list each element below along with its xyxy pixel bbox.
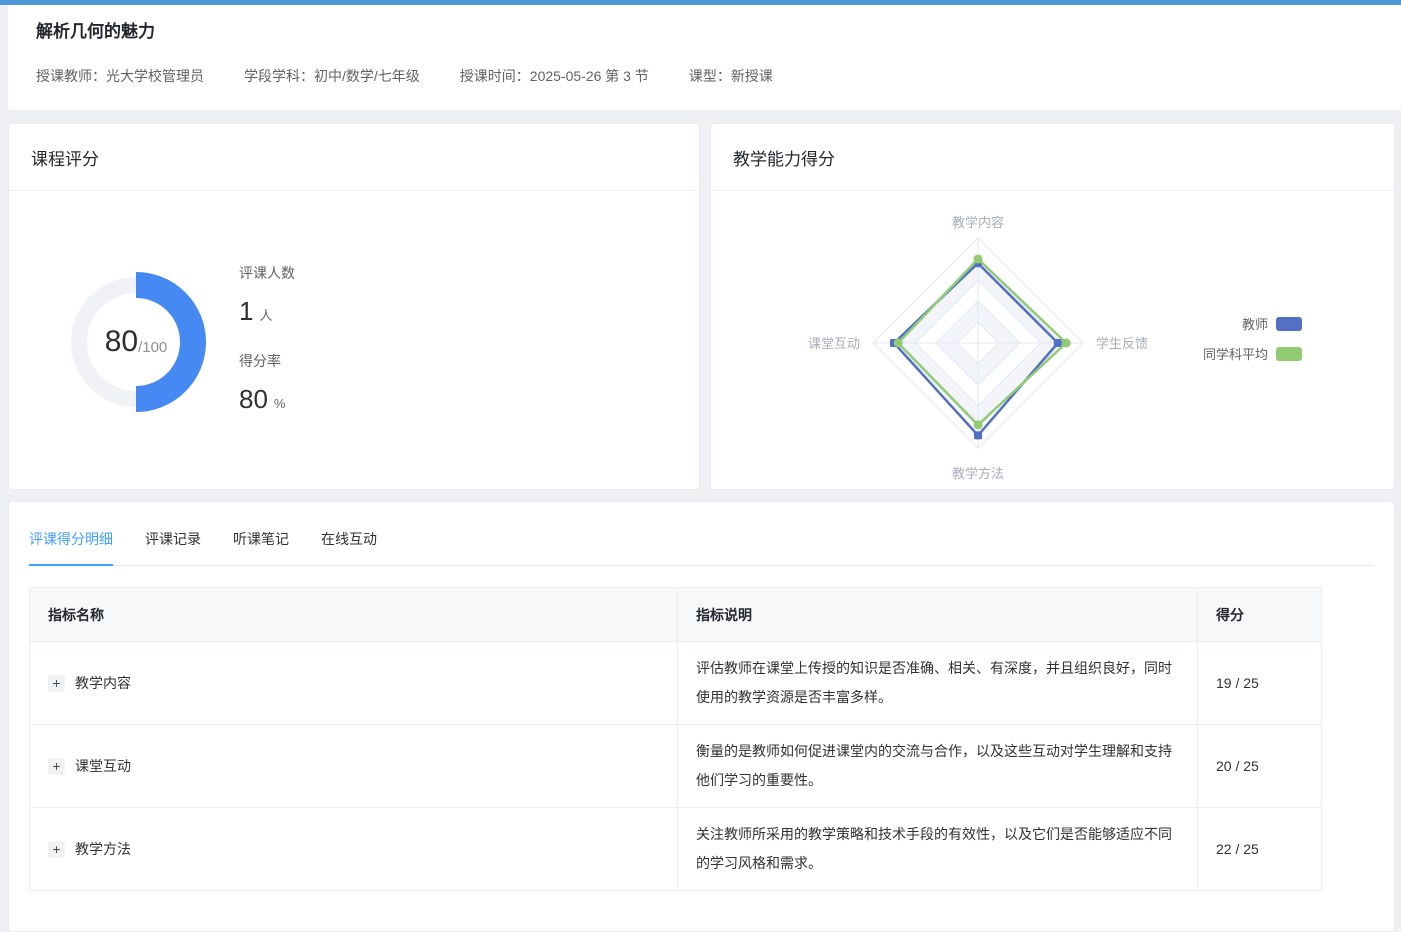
lesson-meta: 授课教师：光大学校管理员 学段学科：初中/数学/七年级 授课时间：2025-05…: [36, 66, 1373, 86]
meta-course-type: 课型：新授课: [689, 66, 773, 86]
radar-chart: 教学内容 学生反馈 教学方法 课堂互动: [711, 191, 1271, 489]
column-header-score: 得分: [1198, 588, 1322, 642]
indicator-score: 20 / 25: [1216, 758, 1259, 774]
meta-time: 授课时间：2025-05-26 第 3 节: [460, 66, 649, 86]
radar-axis-top: 教学内容: [952, 215, 1004, 230]
table-row: 教学方法 关注教师所采用的教学策略和技术手段的有效性，以及它们是否能够适应不同的…: [30, 808, 1322, 891]
legend-item-peer-average[interactable]: 同学科平均: [1203, 344, 1302, 363]
course-score-card-title: 课程评分: [9, 124, 699, 191]
donut-center-label: 80/100: [66, 272, 206, 412]
radar-plot: [873, 238, 1083, 448]
reviewer-count-value: 1人: [239, 296, 295, 327]
expand-row-icon[interactable]: [48, 675, 65, 692]
tab-online-interaction[interactable]: 在线互动: [321, 529, 377, 565]
indicator-description: 关注教师所采用的教学策略和技术手段的有效性，以及它们是否能够适应不同的学习风格和…: [696, 820, 1179, 878]
reviewer-count-label: 评课人数: [239, 263, 295, 283]
indicator-score: 19 / 25: [1216, 675, 1259, 691]
teaching-ability-card-title: 教学能力得分: [711, 124, 1394, 191]
radar-axis-left: 课堂互动: [808, 336, 860, 351]
peer-average-series-swatch: [1276, 347, 1302, 361]
indicator-name: 教学内容: [75, 673, 131, 693]
radar-axis-bottom: 教学方法: [952, 466, 1004, 481]
indicator-score-table: 指标名称 指标说明 得分 教学内容 评估教师在课堂上传授的知识是否准确、相关、有…: [29, 587, 1322, 891]
meta-teacher: 授课教师：光大学校管理员: [36, 66, 204, 86]
column-header-indicator-name: 指标名称: [30, 588, 678, 642]
table-header-row: 指标名称 指标说明 得分: [30, 588, 1322, 642]
tab-bar: 评课得分明细 评课记录 听课笔记 在线互动: [29, 502, 1374, 566]
tab-review-records[interactable]: 评课记录: [145, 529, 201, 565]
tab-listening-notes[interactable]: 听课笔记: [233, 529, 289, 565]
radar-legend: 教师 同学科平均: [1203, 314, 1302, 374]
column-header-indicator-description: 指标说明: [678, 588, 1198, 642]
details-section: 评课得分明细 评课记录 听课笔记 在线互动 指标名称 指标说明 得分 教学内容 …: [8, 501, 1395, 932]
indicator-description: 衡量的是教师如何促进课堂内的交流与合作，以及这些互动对学生理解和支持他们学习的重…: [696, 737, 1179, 795]
donut-score-value: 80: [105, 325, 138, 359]
indicator-name: 教学方法: [75, 839, 131, 859]
expand-row-icon[interactable]: [48, 841, 65, 858]
page-title: 解析几何的魅力: [36, 17, 1373, 42]
table-row: 课堂互动 衡量的是教师如何促进课堂内的交流与合作，以及这些互动对学生理解和支持他…: [30, 725, 1322, 808]
donut-score-max: /100: [138, 339, 167, 356]
indicator-description: 评估教师在课堂上传授的知识是否准确、相关、有深度，并且组织良好，同时使用的教学资…: [696, 654, 1179, 712]
meta-subject: 学段学科：初中/数学/七年级: [244, 66, 420, 86]
score-rate-label: 得分率: [239, 351, 295, 371]
radar-axis-right: 学生反馈: [1096, 336, 1148, 351]
expand-row-icon[interactable]: [48, 758, 65, 775]
legend-item-teacher[interactable]: 教师: [1203, 314, 1302, 333]
course-score-card: 课程评分 80/100 评课人数 1人 得分率 80%: [8, 123, 700, 490]
indicator-name: 课堂互动: [75, 756, 131, 776]
page-header: 解析几何的魅力 授课教师：光大学校管理员 学段学科：初中/数学/七年级 授课时间…: [8, 5, 1401, 110]
indicator-score: 22 / 25: [1216, 841, 1259, 857]
teacher-series-swatch: [1276, 317, 1302, 331]
table-row: 教学内容 评估教师在课堂上传授的知识是否准确、相关、有深度，并且组织良好，同时使…: [30, 642, 1322, 725]
tab-score-details[interactable]: 评课得分明细: [29, 529, 113, 566]
course-score-donut: 80/100: [66, 272, 206, 412]
course-score-stats: 评课人数 1人 得分率 80%: [239, 263, 295, 439]
score-rate-value: 80%: [239, 384, 295, 415]
teaching-ability-card: 教学能力得分 教学内容 学生反馈 教学方法 课堂互动 教师 同学科平均: [710, 123, 1395, 490]
